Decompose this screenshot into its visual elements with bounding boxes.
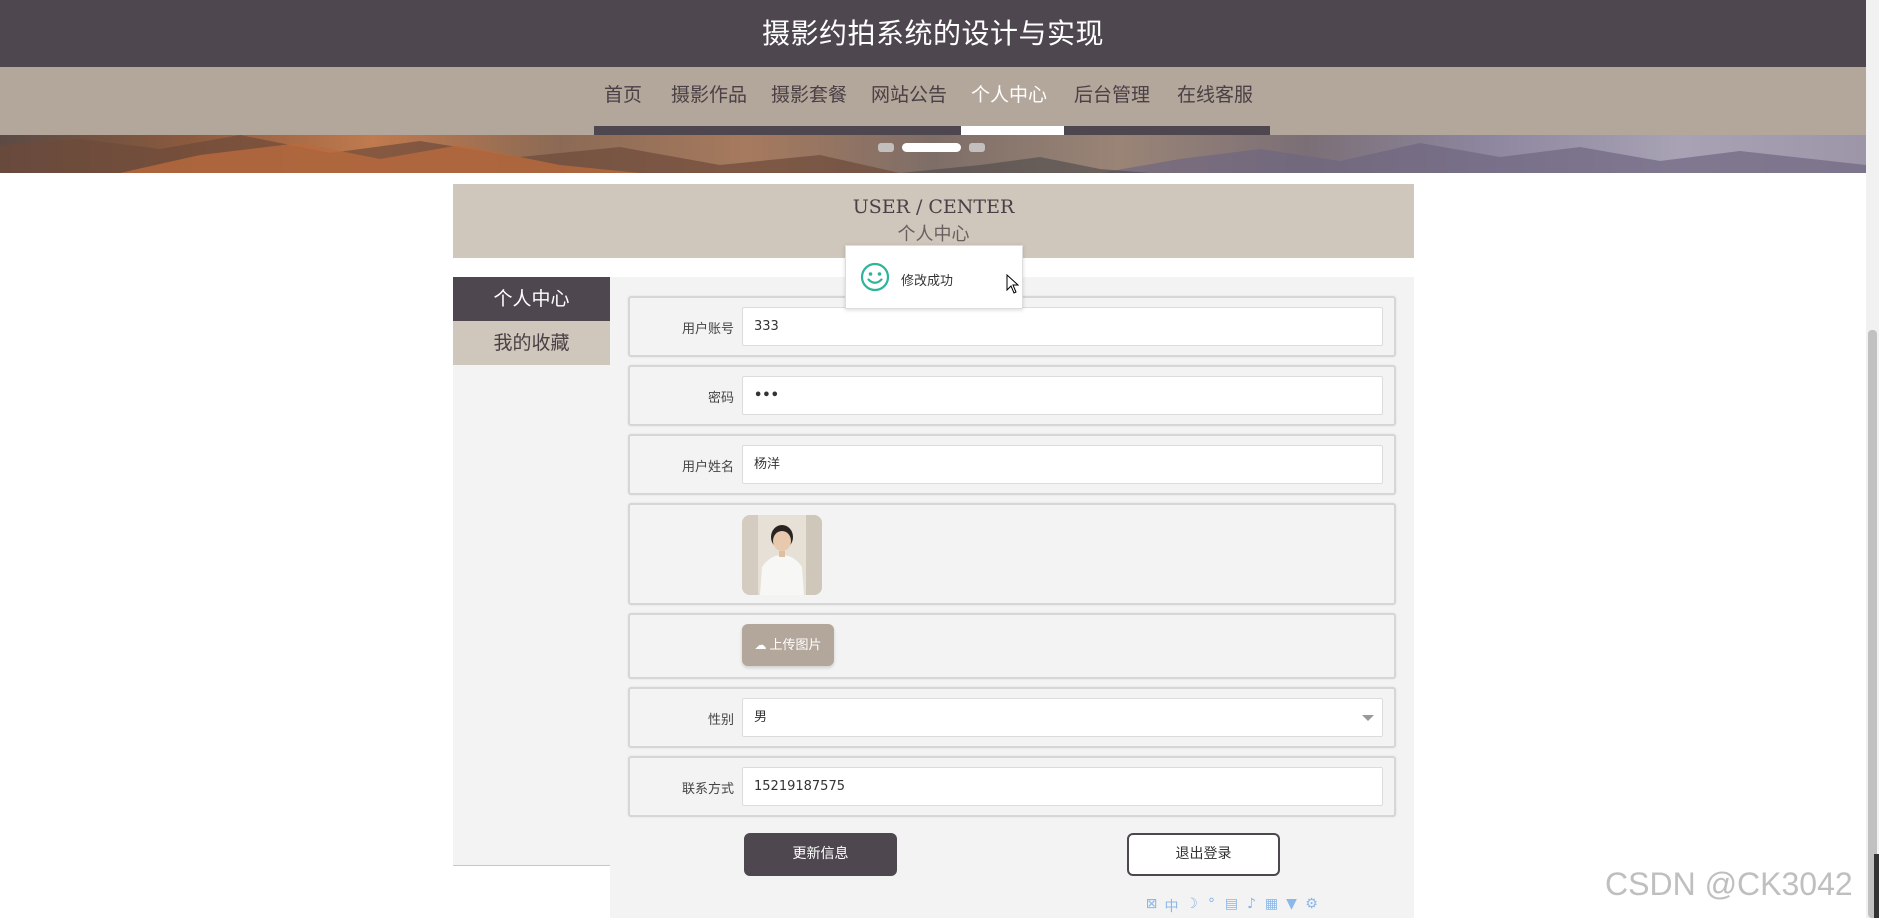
phone-input[interactable]: 15219187575: [742, 767, 1383, 806]
cloud-upload-icon: ☁: [754, 638, 767, 652]
main-nav: 首页 摄影作品 摄影套餐 网站公告 个人中心 后台管理 在线客服: [0, 67, 1866, 135]
upload-button-label: 上传图片: [769, 638, 822, 653]
moon-icon[interactable]: ☽: [1183, 896, 1200, 916]
account-label: 用户账号: [681, 322, 734, 337]
nav-item-label: 后台管理: [1074, 84, 1151, 106]
gender-label: 性别: [707, 713, 734, 728]
password-label: 密码: [707, 391, 734, 406]
nav-item-label: 首页: [604, 84, 643, 106]
nav-item-label: 在线客服: [1177, 84, 1254, 106]
sidebar-item-label: 个人中心: [493, 288, 570, 310]
site-header: 摄影约拍系统的设计与实现: [0, 0, 1866, 67]
shirt-icon[interactable]: ▼: [1283, 896, 1300, 916]
nav-item-admin[interactable]: 后台管理: [1064, 67, 1167, 135]
sidebar-item-favorites[interactable]: 我的收藏: [453, 321, 610, 365]
carousel-dot-active[interactable]: [902, 143, 961, 152]
scrollbar-thumb-edge: [1874, 854, 1879, 918]
nav-item-label: 摄影作品: [671, 84, 748, 106]
ime-chinese-icon[interactable]: 中: [1163, 896, 1180, 916]
logout-button[interactable]: 退出登录: [1127, 833, 1280, 876]
person-photo-icon: [742, 515, 822, 595]
mouse-cursor-icon: [1006, 274, 1020, 294]
password-row: 密码 •••: [628, 365, 1396, 426]
carousel-dot[interactable]: [878, 143, 894, 152]
success-toast: 修改成功: [845, 245, 1023, 309]
nav-item-label: 摄影套餐: [771, 84, 848, 106]
section-title-zh: 个人中心: [897, 224, 970, 245]
watermark: CSDN @CK3042: [1605, 866, 1853, 902]
avatar-row: [628, 503, 1396, 605]
profile-form: 用户账号 333 密码 ••• 用户姓名 杨洋 ☁ 上传图片 性别 男 联系方式…: [610, 277, 1414, 918]
scrollbar-thumb[interactable]: [1868, 330, 1877, 918]
gender-select[interactable]: 男: [742, 698, 1383, 737]
page-scrollbar[interactable]: [1866, 0, 1879, 918]
keyboard-icon[interactable]: ▤: [1223, 896, 1240, 916]
ime-logo-icon[interactable]: ⊠: [1143, 896, 1160, 916]
nav-item-notices[interactable]: 网站公告: [861, 67, 961, 135]
gender-row: 性别 男: [628, 687, 1396, 748]
update-info-button[interactable]: 更新信息: [744, 833, 897, 876]
toast-message: 修改成功: [901, 274, 954, 289]
phone-row: 联系方式 15219187575: [628, 756, 1396, 817]
password-input[interactable]: •••: [742, 376, 1383, 415]
chevron-down-icon: [1362, 715, 1374, 721]
nav-item-label: 个人中心: [971, 84, 1048, 106]
punctuation-icon[interactable]: °: [1203, 896, 1220, 916]
sidebar-item-label: 我的收藏: [493, 332, 570, 354]
sidebar-item-user-center[interactable]: 个人中心: [453, 277, 610, 321]
gender-selected-value: 男: [754, 710, 768, 725]
avatar-image: [742, 515, 822, 595]
grid-icon[interactable]: ▦: [1263, 896, 1280, 916]
phone-label: 联系方式: [681, 782, 734, 797]
banner-carousel: [0, 135, 1866, 173]
name-row: 用户姓名 杨洋: [628, 434, 1396, 495]
ime-toolbar: ⊠ 中 ☽ ° ▤ ♪ ▦ ▼ ⚙: [1143, 896, 1320, 916]
banner-image: [0, 135, 1866, 173]
mic-icon[interactable]: ♪: [1243, 896, 1260, 916]
nav-item-works[interactable]: 摄影作品: [661, 67, 761, 135]
section-title-en: USER / CENTER: [852, 196, 1015, 218]
nav-item-packages[interactable]: 摄影套餐: [761, 67, 861, 135]
carousel-dot[interactable]: [969, 143, 985, 152]
gear-icon[interactable]: ⚙: [1303, 896, 1320, 916]
upload-row: ☁ 上传图片: [628, 613, 1396, 679]
name-label: 用户姓名: [681, 460, 734, 475]
name-input[interactable]: 杨洋: [742, 445, 1383, 484]
nav-item-support[interactable]: 在线客服: [1167, 67, 1270, 135]
smile-icon: [860, 262, 890, 292]
carousel-dots: [878, 143, 985, 152]
account-input[interactable]: 333: [742, 307, 1383, 346]
sidebar: 个人中心 我的收藏: [453, 277, 610, 866]
site-title: 摄影约拍系统的设计与实现: [761, 17, 1104, 50]
nav-item-home[interactable]: 首页: [594, 67, 661, 135]
upload-image-button[interactable]: ☁ 上传图片: [742, 624, 834, 666]
nav-item-user-center[interactable]: 个人中心: [961, 67, 1064, 135]
nav-item-label: 网站公告: [871, 84, 948, 106]
